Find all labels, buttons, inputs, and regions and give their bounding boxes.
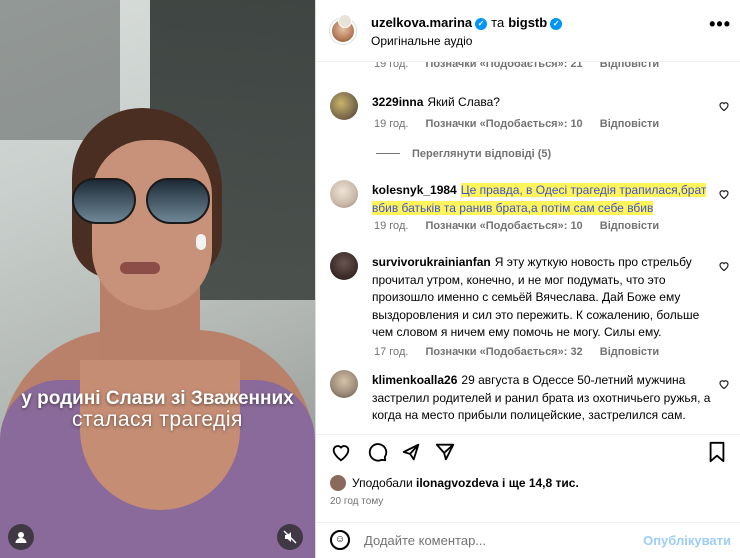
audio-label[interactable]: Оригінальне аудіо bbox=[371, 34, 472, 48]
verified-icon: ✓ bbox=[550, 18, 563, 30]
author-connector: та bbox=[491, 15, 505, 30]
comment-row: 19 год. Позначки «Подобається»: 21 Відпо… bbox=[330, 62, 730, 78]
bookmark-icon[interactable] bbox=[707, 441, 727, 468]
liker-avatar bbox=[330, 475, 346, 491]
add-comment-bar: ☺ Опублікувати bbox=[316, 522, 740, 558]
comment-likes[interactable]: Позначки «Подобається»: 10 bbox=[425, 118, 582, 130]
comment-row: survivorukrainianfan Я эту жуткую новость… bbox=[330, 252, 730, 362]
user-icon[interactable] bbox=[8, 524, 34, 550]
commenter-username[interactable]: survivorukrainianfan bbox=[372, 255, 491, 269]
comment-text: kolesnyk_1984 Це правда, в Одесі трагедія… bbox=[372, 182, 718, 217]
post-header: uzelkova.marina ✓ та bigstb ✓ Оригінальне ау… bbox=[316, 0, 740, 62]
comment-text: klimenkoalla26 29 августа в Одессе 50-лет… bbox=[372, 372, 718, 425]
commenter-avatar[interactable] bbox=[330, 180, 358, 208]
share-icon[interactable] bbox=[400, 441, 422, 468]
action-bar bbox=[316, 434, 740, 472]
comment-row: kolesnyk_1984 Це правда, в Одесі трагедія… bbox=[330, 180, 730, 236]
earbud bbox=[196, 234, 206, 250]
person-mouth bbox=[120, 262, 160, 274]
video-caption-line1: у родині Слави зі Зваженних bbox=[21, 388, 294, 409]
comment-body: Який Слава? bbox=[427, 95, 500, 109]
comment-time: 19 год. bbox=[374, 220, 409, 232]
sunglasses bbox=[72, 178, 212, 228]
coauthor-avatar[interactable] bbox=[338, 14, 352, 28]
comment-like-icon[interactable] bbox=[718, 100, 730, 115]
commenter-avatar[interactable] bbox=[330, 252, 358, 280]
likes-prefix: Уподобали bbox=[352, 476, 413, 490]
commenter-avatar[interactable] bbox=[330, 92, 358, 120]
comment-like-icon[interactable] bbox=[718, 378, 730, 393]
commenter-avatar[interactable] bbox=[330, 370, 358, 398]
commenter-username[interactable]: 3229inna bbox=[372, 95, 423, 109]
commenter-avatar[interactable] bbox=[330, 62, 358, 68]
likes-count[interactable]: і ще 14,8 тис. bbox=[502, 476, 579, 490]
post-timestamp: 20 год тому bbox=[330, 496, 384, 507]
coauthor-username[interactable]: bigstb bbox=[508, 15, 547, 30]
reply-button[interactable]: Відповісти bbox=[600, 62, 659, 70]
speaker-muted-icon[interactable] bbox=[277, 524, 303, 550]
emoji-icon[interactable]: ☺ bbox=[330, 530, 350, 550]
reply-button[interactable]: Відповісти bbox=[600, 118, 659, 130]
comment-likes[interactable]: Позначки «Подобається»: 32 bbox=[425, 346, 582, 358]
comment-row: 3229inna Який Слава? 19 год. Позначки «По… bbox=[330, 92, 730, 142]
comment-text: 3229inna Який Слава? bbox=[372, 94, 718, 112]
comment-likes[interactable]: Позначки «Подобається»: 10 bbox=[425, 220, 582, 232]
likes-summary[interactable]: Уподобали ilonagvozdeva і ще 14,8 тис. bbox=[330, 475, 579, 491]
author-names: uzelkova.marina ✓ та bigstb ✓ bbox=[371, 15, 563, 30]
view-replies-button[interactable]: Переглянути відповіді (5) bbox=[376, 148, 551, 160]
video-caption-line2: сталася трагедія bbox=[72, 408, 243, 431]
reply-button[interactable]: Відповісти bbox=[600, 220, 659, 232]
comment-like-icon[interactable] bbox=[718, 260, 730, 275]
comment-row: klimenkoalla26 29 августа в Одессе 50-лет… bbox=[330, 370, 730, 430]
comment-time: 19 год. bbox=[374, 62, 409, 70]
comment-meta: 17 год. Позначки «Подобається»: 32 Відпо… bbox=[374, 346, 673, 358]
commenter-username[interactable]: klimenkoalla26 bbox=[372, 373, 457, 387]
heart-icon[interactable] bbox=[330, 441, 352, 468]
comment-like-icon[interactable] bbox=[718, 188, 730, 203]
comment-text: survivorukrainianfan Я эту жуткую новость… bbox=[372, 254, 718, 342]
comment-meta: 19 год. Позначки «Подобається»: 10 Відпо… bbox=[374, 118, 673, 130]
post-detail-panel: uzelkova.marina ✓ та bigstb ✓ Оригінальне ау… bbox=[315, 0, 740, 558]
post-comment-button[interactable]: Опублікувати bbox=[643, 533, 731, 548]
reel-video[interactable]: у родині Слави зі Зваженних сталася траг… bbox=[0, 0, 315, 558]
comment-time: 17 год. bbox=[374, 346, 409, 358]
more-options-icon[interactable]: ••• bbox=[709, 14, 731, 35]
send-icon[interactable] bbox=[434, 441, 456, 468]
liker-username[interactable]: ilonagvozdeva bbox=[416, 476, 499, 490]
comment-icon[interactable] bbox=[366, 441, 388, 468]
comment-input[interactable] bbox=[364, 529, 634, 551]
comment-meta: 19 год. Позначки «Подобається»: 10 Відпо… bbox=[374, 220, 673, 232]
author-username[interactable]: uzelkova.marina bbox=[371, 15, 472, 30]
comment-likes[interactable]: Позначки «Подобається»: 21 bbox=[425, 62, 582, 70]
verified-icon: ✓ bbox=[475, 18, 488, 30]
comment-time: 19 год. bbox=[374, 118, 409, 130]
comments-list[interactable]: 19 год. Позначки «Подобається»: 21 Відпо… bbox=[316, 62, 740, 432]
comment-meta: 19 год. Позначки «Подобається»: 21 Відпо… bbox=[374, 62, 673, 70]
commenter-username[interactable]: kolesnyk_1984 bbox=[372, 183, 457, 197]
reply-button[interactable]: Відповісти bbox=[600, 346, 659, 358]
